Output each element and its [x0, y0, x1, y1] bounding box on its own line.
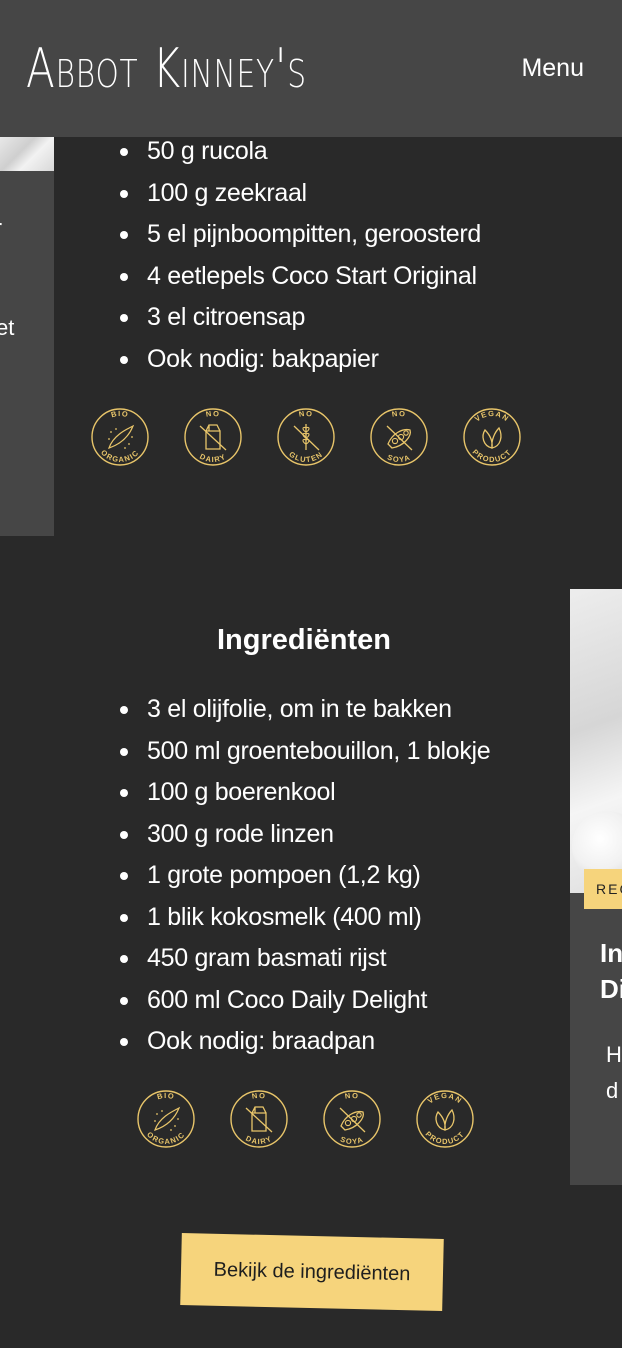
ingredient-item: Ook nodig: braadpan [119, 1021, 490, 1063]
badge-bottom-label: SOYA [339, 1135, 364, 1147]
svg-text:NO: NO [298, 409, 314, 419]
recipe-card-image [0, 137, 54, 171]
svg-text:VEGAN: VEGAN [426, 1091, 464, 1106]
badge-bottom-label: SOYA [386, 453, 411, 465]
ingredient-item: 3 el olijfolie, om in te bakken [119, 689, 490, 731]
milk-carton-icon: NODAIRY [230, 1090, 288, 1148]
site-logo[interactable]: Abbot Kinney's [26, 36, 307, 102]
leaf-stars-icon: BIO ORGANIC [91, 408, 149, 466]
svg-text:ORGANIC: ORGANIC [99, 448, 141, 464]
milk-carton-icon: NODAIRY [184, 408, 242, 466]
ingredient-item: 500 ml groentebouillon, 1 blokje [119, 731, 491, 773]
recipe-card-title-line2: Di [600, 974, 622, 1004]
badge-top-label: NO [344, 1091, 358, 1101]
diet-badges-1: BIO ORGANIC NO DAIRY NO GLUTEN NO SOYA VEGAN PROD… [89, 406, 523, 468]
diet-badge-bio-organic: BIO ORGANIC [89, 406, 151, 468]
leaf-stars-icon: BIO ORGANIC [137, 1090, 195, 1148]
badge-bottom-label: ORGANIC [99, 448, 139, 464]
ingredient-item: 50 g rucola [120, 131, 481, 173]
svg-text:BIO: BIO [110, 409, 130, 419]
svg-text:NO: NO [205, 409, 221, 419]
diet-badge-vegan-product: VEGAN PRODUCT [414, 1088, 476, 1150]
badge-bottom-label: ORGANIC [145, 1130, 185, 1146]
badge-top-label: VEGAN [426, 1091, 463, 1106]
vegan-leaf-icon: VEGAN PRODUCT [463, 408, 521, 466]
wheat-icon: NOGLUTEN [277, 408, 335, 466]
recipe-tag: REC [584, 869, 622, 909]
soybean-icon: NO SOYA [370, 408, 428, 466]
recipe-card-left[interactable]: r et [0, 137, 54, 536]
view-ingredients-button[interactable]: Bekijk de ingrediënten [180, 1233, 444, 1311]
diet-badges-2: BIO ORGANIC NO DAIRY NO SOYA VEGAN PRODUCT [135, 1088, 476, 1150]
ingredient-item: 5 el pijnboompitten, geroosterd [120, 214, 481, 256]
svg-text:PRODUCT: PRODUCT [471, 447, 514, 464]
ingredient-item: Ook nodig: bakpapier [120, 339, 481, 381]
badge-top-label: BIO [110, 409, 129, 419]
badge-top-label: NO [298, 409, 312, 419]
svg-text:ORGANIC: ORGANIC [145, 1130, 187, 1146]
ingredient-item: 300 g rode linzen [119, 814, 490, 856]
soybean-icon: NO SOYA [323, 1090, 381, 1148]
svg-text:NO: NO [251, 1091, 267, 1101]
ingredient-item: 1 grote pompoen (1,2 kg) [119, 855, 490, 897]
ingredient-item: 1 blik kokosmelk (400 ml) [119, 897, 490, 939]
svg-text:BIO: BIO [156, 1091, 176, 1101]
recipe-card-desc-fragment: et [0, 315, 15, 340]
diet-badge-no-dairy: NO DAIRY [228, 1088, 290, 1150]
section-title: Ingrediënten [216, 624, 391, 656]
svg-text:VEGAN: VEGAN [473, 409, 511, 424]
vegan-leaf-icon: VEGAN PRODUCT [416, 1090, 474, 1148]
menu-button[interactable]: Menu [521, 54, 584, 83]
svg-text:SOYA: SOYA [386, 453, 412, 465]
badge-top-label: NO [205, 409, 219, 419]
badge-top-label: NO [251, 1091, 265, 1101]
svg-text:PRODUCT: PRODUCT [424, 1129, 467, 1146]
recipe-card-title: In Di [600, 935, 622, 1007]
ingredient-item: 4 eetlepels Coco Start Original [120, 256, 481, 298]
recipe-card-description: H d [606, 1037, 622, 1109]
ingredient-item: 100 g zeekraal [120, 173, 481, 215]
ingredient-item: 100 g boerenkool [119, 772, 490, 814]
diet-badge-vegan-product: VEGAN PRODUCT [461, 406, 523, 468]
recipe-card-desc-line2: d [606, 1078, 619, 1103]
ingredient-item: 450 gram basmati rijst [119, 938, 490, 980]
recipe-card-title-fragment: r [0, 215, 2, 243]
recipe-card-title-line1: In [600, 938, 622, 968]
site-header: Abbot Kinney's Menu [0, 0, 622, 137]
diet-badge-bio-organic: BIO ORGANIC [135, 1088, 197, 1150]
svg-text:SOYA: SOYA [339, 1135, 365, 1147]
diet-badge-no-gluten: NO GLUTEN [275, 406, 337, 468]
svg-text:NO: NO [391, 409, 407, 419]
diet-badge-no-dairy: NO DAIRY [182, 406, 244, 468]
ingredient-list-1: 50 g rucola 100 g zeekraal 5 el pijnboompi… [120, 131, 481, 381]
ingredient-list-2: 3 el olijfolie, om in te bakken 500 ml gr… [119, 689, 491, 1063]
diet-badge-no-soya: NO SOYA [321, 1088, 383, 1150]
badge-bottom-label: PRODUCT [424, 1129, 466, 1146]
badge-top-label: NO [391, 409, 405, 419]
badge-bottom-label: PRODUCT [471, 447, 513, 464]
ingredient-item: 3 el citroensap [120, 297, 481, 339]
ingredient-item: 600 ml Coco Daily Delight [119, 980, 490, 1022]
recipe-card-desc-line1: H [606, 1042, 622, 1067]
recipe-card-right[interactable]: REC In Di H d [570, 589, 622, 1185]
badge-top-label: BIO [156, 1091, 175, 1101]
diet-badge-no-soya: NO SOYA [368, 406, 430, 468]
badge-top-label: VEGAN [473, 409, 510, 424]
svg-text:NO: NO [344, 1091, 360, 1101]
